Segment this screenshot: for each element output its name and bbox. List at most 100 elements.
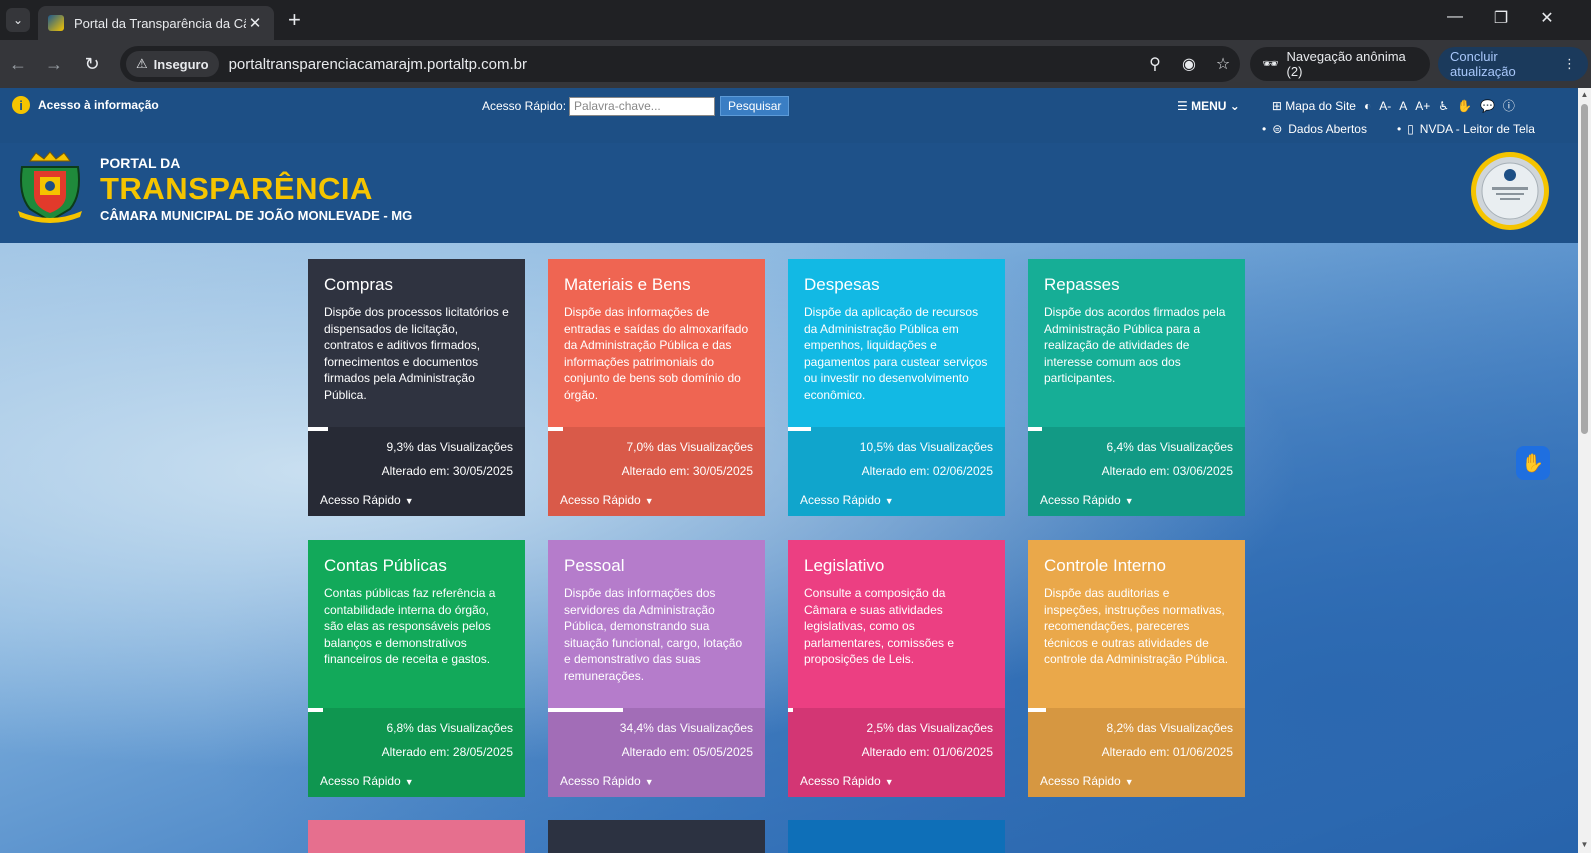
active-tab[interactable]: Portal da Transparência da Câm ✕: [38, 6, 274, 40]
section-card[interactable]: Pessoal Dispõe das informações dos servid…: [548, 540, 765, 797]
font-normal-button[interactable]: A: [1399, 99, 1407, 113]
access-info-label: Acesso à informação: [38, 98, 159, 112]
section-card-partial[interactable]: [308, 820, 525, 853]
scroll-thumb[interactable]: [1581, 104, 1588, 434]
tab-close-icon[interactable]: ✕: [246, 14, 264, 32]
card-body[interactable]: Despesas Dispõe da aplicação de recursos …: [788, 259, 1005, 427]
nvda-link[interactable]: ▯ NVDA - Leitor de Tela: [1407, 122, 1541, 136]
eye-off-icon[interactable]: ◉: [1172, 54, 1206, 74]
scroll-down-icon[interactable]: ▼: [1578, 840, 1591, 849]
card-description: Dispõe das informações de entradas e saí…: [564, 305, 749, 402]
keyword-input[interactable]: [569, 96, 716, 116]
card-body[interactable]: Contas Públicas Contas públicas faz refer…: [308, 540, 525, 708]
accessibility-bar: i Acesso à informação Acesso Rápido: Pes…: [0, 88, 1578, 143]
quick-access-label: Acesso Rápido: [800, 774, 881, 788]
contrast-icon[interactable]: ◐: [1364, 99, 1371, 113]
zoom-icon[interactable]: ⚲: [1138, 54, 1172, 74]
chevron-down-icon: ▼: [884, 777, 894, 787]
card-title[interactable]: Controle Interno: [1044, 556, 1229, 576]
card-title[interactable]: Materiais e Bens: [564, 275, 749, 295]
card-body[interactable]: Pessoal Dispõe das informações dos servid…: [548, 540, 765, 708]
section-card[interactable]: Compras Dispõe dos processos licitatórios…: [308, 259, 525, 516]
search-button[interactable]: Pesquisar: [720, 96, 790, 116]
quick-access-dropdown[interactable]: Acesso Rápido ▼: [1040, 493, 1134, 507]
chat-icon[interactable]: 💬: [1480, 99, 1495, 113]
quick-access-dropdown[interactable]: Acesso Rápido ▼: [560, 493, 654, 507]
address-bar[interactable]: ⚠ Inseguro portaltransparenciacamarajm.p…: [120, 46, 1240, 82]
bookmark-star-icon[interactable]: ☆: [1206, 54, 1240, 74]
access-info-link[interactable]: i Acesso à informação: [12, 96, 159, 114]
sitemap-label: Mapa do Site: [1285, 98, 1356, 113]
quick-access-dropdown[interactable]: Acesso Rápido ▼: [560, 774, 654, 788]
quick-access-label: Acesso Rápido: [1040, 493, 1121, 507]
views-percentage: 7,0% das Visualizações: [626, 440, 753, 454]
card-title[interactable]: Compras: [324, 275, 509, 295]
card-title[interactable]: Pessoal: [564, 556, 749, 576]
municipal-crest-icon[interactable]: [16, 151, 84, 223]
bullet: •: [1262, 122, 1267, 136]
card-title[interactable]: Repasses: [1044, 275, 1229, 295]
back-arrow-icon[interactable]: ←: [6, 52, 30, 76]
section-card-partial[interactable]: [548, 820, 765, 853]
incognito-indicator[interactable]: 🕶 Navegação anônima (2): [1250, 47, 1430, 81]
quick-access-dropdown[interactable]: Acesso Rápido ▼: [800, 774, 894, 788]
views-percentage: 2,5% das Visualizações: [866, 721, 993, 735]
card-footer: 6,8% das Visualizações Alterado em: 28/05…: [308, 708, 525, 797]
page-scrollbar[interactable]: ▲ ▼: [1578, 88, 1591, 853]
section-card[interactable]: Repasses Dispõe dos acordos firmados pela…: [1028, 259, 1245, 516]
sitemap-link[interactable]: ⊞ Mapa do Site: [1272, 99, 1356, 113]
new-tab-plus-icon[interactable]: +: [288, 8, 301, 32]
card-body[interactable]: Controle Interno Dispõe das auditorias e …: [1028, 540, 1245, 708]
sign-language-icon[interactable]: ✋: [1457, 99, 1472, 113]
section-card-partial[interactable]: [788, 820, 1005, 853]
quick-access-dropdown[interactable]: Acesso Rápido ▼: [800, 493, 894, 507]
font-increase-button[interactable]: A+: [1415, 99, 1430, 113]
accessibility-icon[interactable]: ♿: [1438, 99, 1449, 113]
tab-search-chevron-icon[interactable]: ⌄: [6, 8, 30, 32]
chevron-down-icon: ▼: [884, 496, 894, 506]
close-window-icon[interactable]: ✕: [1532, 8, 1562, 28]
chevron-down-icon: ▼: [404, 777, 414, 787]
book-icon: ▯: [1407, 122, 1414, 136]
quick-access-dropdown[interactable]: Acesso Rápido ▼: [320, 493, 414, 507]
open-data-label: Dados Abertos: [1288, 122, 1367, 136]
restore-icon[interactable]: ❐: [1486, 8, 1516, 28]
insecure-badge[interactable]: ⚠ Inseguro: [126, 51, 219, 77]
forward-arrow-icon[interactable]: →: [42, 52, 66, 76]
font-decrease-button[interactable]: A-: [1379, 99, 1391, 113]
last-updated: Alterado em: 01/06/2025: [861, 745, 993, 759]
section-card[interactable]: Controle Interno Dispõe das auditorias e …: [1028, 540, 1245, 797]
about-info-icon[interactable]: ⓘ: [1503, 97, 1515, 114]
minimize-icon[interactable]: —: [1440, 8, 1470, 26]
url-text[interactable]: portaltransparenciacamarajm.portaltp.com…: [229, 56, 1138, 73]
portal-title[interactable]: TRANSPARÊNCIA: [100, 171, 373, 207]
incognito-label: Navegação anônima (2): [1286, 49, 1406, 79]
card-body[interactable]: Legislativo Consulte a composição da Câma…: [788, 540, 1005, 708]
card-body[interactable]: Materiais e Bens Dispõe das informações d…: [548, 259, 765, 427]
views-progress-bar: [308, 427, 328, 431]
last-updated: Alterado em: 03/06/2025: [1101, 464, 1233, 478]
card-footer: 6,4% das Visualizações Alterado em: 03/06…: [1028, 427, 1245, 516]
card-title[interactable]: Despesas: [804, 275, 989, 295]
open-data-link[interactable]: ⊜ Dados Abertos: [1272, 122, 1373, 136]
reload-icon[interactable]: ↻: [80, 52, 104, 76]
card-title[interactable]: Contas Públicas: [324, 556, 509, 576]
section-card[interactable]: Contas Públicas Contas públicas faz refer…: [308, 540, 525, 797]
card-title[interactable]: Legislativo: [804, 556, 989, 576]
vlibras-sign-language-icon[interactable]: ✋: [1516, 446, 1550, 480]
chevron-down-icon: ▼: [644, 777, 654, 787]
transparency-seal-icon[interactable]: [1470, 151, 1550, 231]
section-card[interactable]: Despesas Dispõe da aplicação de recursos …: [788, 259, 1005, 516]
card-description: Dispõe das informações dos servidores da…: [564, 586, 743, 683]
quick-access-dropdown[interactable]: Acesso Rápido ▼: [320, 774, 414, 788]
card-body[interactable]: Compras Dispõe dos processos licitatórios…: [308, 259, 525, 427]
quick-access-dropdown[interactable]: Acesso Rápido ▼: [1040, 774, 1134, 788]
section-card[interactable]: Materiais e Bens Dispõe das informações d…: [548, 259, 765, 516]
scroll-up-icon[interactable]: ▲: [1578, 90, 1591, 99]
more-menu-icon[interactable]: ⋮: [1563, 56, 1576, 72]
finish-update-button[interactable]: Concluir atualização ⋮: [1438, 47, 1588, 81]
card-body[interactable]: Repasses Dispõe dos acordos firmados pela…: [1028, 259, 1245, 427]
site-header: PORTAL DA TRANSPARÊNCIA CÂMARA MUNICIPAL…: [0, 143, 1578, 243]
section-card[interactable]: Legislativo Consulte a composição da Câma…: [788, 540, 1005, 797]
menu-button[interactable]: ☰ MENU ⌄: [1177, 99, 1240, 113]
